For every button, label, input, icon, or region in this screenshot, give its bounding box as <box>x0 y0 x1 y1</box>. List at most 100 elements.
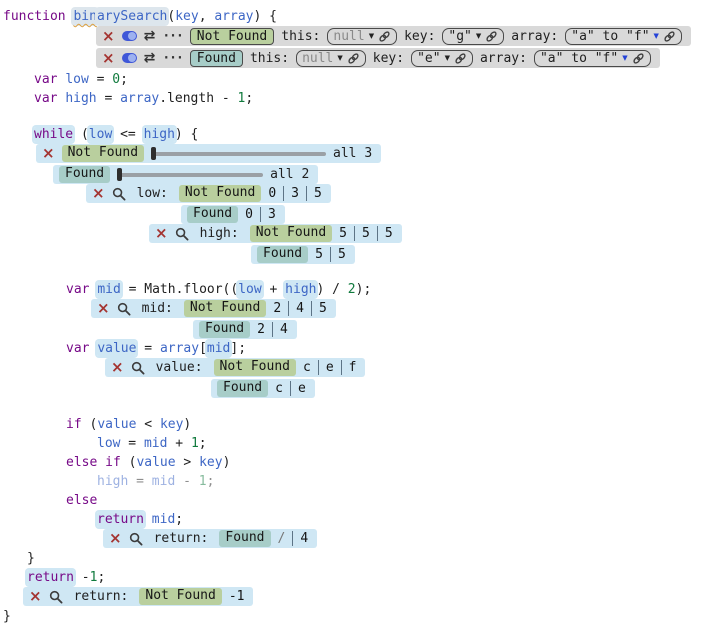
swap-arrows-button[interactable]: ⇄ <box>144 29 156 43</box>
more-options-button[interactable]: ··· <box>162 51 182 66</box>
delete-probe-button[interactable]: × <box>111 359 124 376</box>
code-line: low = mid + 1; <box>97 434 712 453</box>
tracked-token: low <box>89 127 112 142</box>
example-badge: Not Found <box>214 359 296 376</box>
iteration-slider[interactable] <box>117 173 263 177</box>
token: low <box>65 72 88 87</box>
param-value-select[interactable]: null▼ <box>296 50 366 67</box>
token: high <box>65 91 96 106</box>
toggle-knob-icon <box>128 32 136 40</box>
delete-probe-button[interactable]: × <box>155 225 168 242</box>
probe-value: 5 <box>314 184 322 203</box>
value-divider-icon <box>330 247 331 262</box>
probe-line: Found24 <box>3 319 712 339</box>
token: ; <box>97 570 105 585</box>
param-value-select[interactable]: "g"▼ <box>442 28 504 45</box>
param-label: array: <box>511 29 558 44</box>
link-icon[interactable] <box>663 30 676 43</box>
probe-line: ×value:Not Foundcef <box>3 358 712 378</box>
chevron-down-icon: ▼ <box>654 33 659 40</box>
more-options-button[interactable]: ··· <box>162 29 182 44</box>
iteration-slider[interactable] <box>151 152 326 156</box>
example-toggle[interactable] <box>122 31 137 41</box>
token: ; <box>120 72 128 87</box>
slider-line: Foundall 2 <box>3 164 712 184</box>
token: ) <box>223 455 231 470</box>
code-line: var high = array.length - 1; <box>34 89 712 108</box>
token: , <box>199 9 215 24</box>
probe-value: e <box>326 358 334 377</box>
token: = <box>136 341 159 356</box>
delete-probe-button[interactable]: × <box>92 185 105 202</box>
token: function <box>3 9 73 24</box>
delete-probe-button[interactable]: × <box>97 300 110 317</box>
iteration-slider-row: ×Not Foundall 3 <box>36 144 381 163</box>
swap-arrows-button[interactable]: ⇄ <box>144 51 156 65</box>
probe-line: ×return:Not Found-1 <box>3 587 712 607</box>
delete-slider-button[interactable]: × <box>42 145 55 162</box>
slider-handle[interactable] <box>117 168 122 181</box>
token: + <box>167 436 190 451</box>
probe-row: ×value:Not Foundcef <box>105 358 365 377</box>
code-line: while (low <= high) { <box>34 125 712 144</box>
delete-probe-button[interactable]: × <box>109 530 122 547</box>
token: low <box>97 436 120 451</box>
slider-handle[interactable] <box>151 147 156 160</box>
link-icon[interactable] <box>485 30 498 43</box>
tracked-token: arySearch <box>97 9 167 24</box>
code-editor[interactable]: function binarySearch(key, array) { × ⇄ ···… <box>3 7 712 626</box>
probe-line: ×mid:Not Found245 <box>3 299 712 319</box>
code-line: function binarySearch(key, array) { <box>3 7 712 26</box>
value-divider-icon <box>283 186 284 201</box>
probe-row: Found03 <box>181 205 285 224</box>
link-icon[interactable] <box>378 30 391 43</box>
code-line: } <box>27 549 712 568</box>
token: ); <box>356 282 372 297</box>
param-value: null <box>333 29 364 44</box>
token: var <box>66 341 97 356</box>
toggle-knob-icon <box>128 54 136 62</box>
link-icon[interactable] <box>347 52 360 65</box>
token: mid <box>144 436 167 451</box>
example-toggle[interactable] <box>122 53 137 63</box>
chevron-down-icon: ▼ <box>622 55 627 62</box>
token: < <box>136 417 159 432</box>
tracked-token: low <box>238 282 261 297</box>
token: 1 <box>199 474 207 489</box>
probe-variable-label: return: <box>154 529 209 548</box>
probe-value: 5 <box>338 245 346 264</box>
probe-value: 2 <box>257 320 265 339</box>
value-divider-icon <box>260 207 261 222</box>
value-divider-icon <box>318 360 319 375</box>
probe-value: c <box>275 379 283 398</box>
example-line: ×⇄···Foundthis:null▼key:"e"▼array:"a" to… <box>3 48 712 70</box>
param-value-select[interactable]: null▼ <box>327 28 397 45</box>
link-icon[interactable] <box>632 52 645 65</box>
token: if <box>66 417 82 432</box>
param-value: "a" to "f" <box>540 51 618 66</box>
magnifier-icon <box>117 302 131 316</box>
delete-example-button[interactable]: × <box>102 50 115 67</box>
probe-value: 4 <box>296 299 304 318</box>
param-value: null <box>302 51 333 66</box>
probe-value: / <box>278 529 286 548</box>
code-line: var low = 0; <box>34 70 712 89</box>
param-value-select[interactable]: "a" to "f"▼ <box>565 28 682 45</box>
example-name-badge[interactable]: Found <box>190 50 243 67</box>
param-value-select[interactable]: "a" to "f" ▼ <box>534 50 651 67</box>
delete-example-button[interactable]: × <box>102 28 115 45</box>
param-value-select[interactable]: "e"▼ <box>411 50 473 67</box>
probe-variable-label: low: <box>137 184 168 203</box>
example-badge: Found <box>217 380 268 397</box>
example-name-badge[interactable]: Not Found <box>190 28 274 45</box>
slider-line: ×Not Foundall 3 <box>3 144 712 164</box>
token: var <box>34 72 65 87</box>
param-label: key: <box>373 51 404 66</box>
probe-value: 5 <box>385 224 393 243</box>
delete-probe-button[interactable]: × <box>29 588 42 605</box>
link-icon[interactable] <box>454 52 467 65</box>
probe-value: 5 <box>315 245 323 264</box>
probe-value: c <box>303 358 311 377</box>
probe-value: 2 <box>273 299 281 318</box>
token: <= <box>112 127 143 142</box>
